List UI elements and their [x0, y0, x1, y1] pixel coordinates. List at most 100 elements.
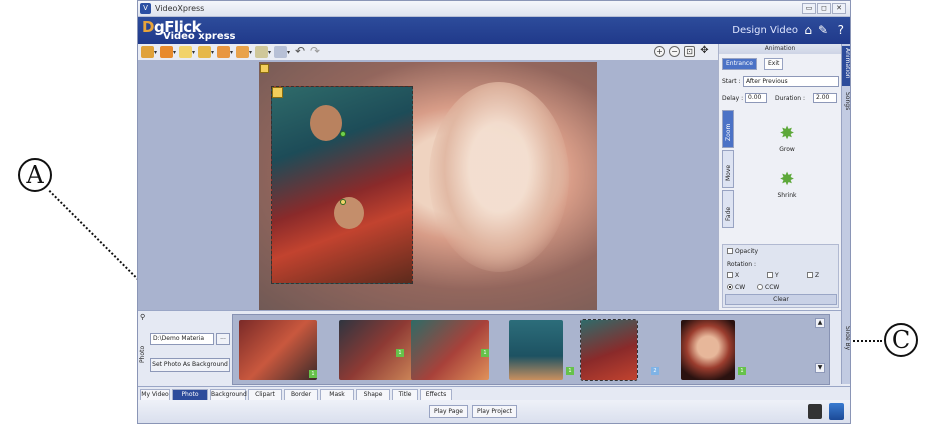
order-icon[interactable] — [217, 46, 230, 58]
tab-my-video[interactable]: My Video — [140, 389, 170, 400]
photo-panel-label: Photo — [139, 345, 146, 363]
axis-z-checkbox[interactable]: Z — [807, 272, 819, 279]
usage-badge: 1 — [481, 349, 489, 357]
bottom-tab-bar: My Video Photo Background Clipart Border… — [138, 386, 850, 400]
group-icon[interactable] — [236, 46, 249, 58]
zoom-in-icon[interactable]: + — [654, 46, 665, 57]
product-name: Video xpress — [163, 31, 236, 42]
animation-marker-icon — [272, 87, 283, 98]
rotation-label: Rotation : — [727, 261, 757, 268]
close-button[interactable]: ✕ — [832, 3, 846, 14]
app-icon: V — [140, 3, 151, 14]
help-icon[interactable]: ? — [838, 23, 844, 37]
duration-input[interactable]: 2.00 — [813, 93, 837, 103]
photo-thumbnail[interactable] — [509, 320, 563, 380]
tab-clipart[interactable]: Clipart — [248, 389, 282, 400]
axis-y-checkbox[interactable]: Y — [767, 272, 779, 279]
tab-mask[interactable]: Mask — [320, 389, 354, 400]
flip-icon[interactable] — [274, 46, 287, 58]
opacity-rotation-box: Opacity Rotation : X Y Z CW CCW Clear — [722, 244, 839, 308]
usage-badge: 2 — [651, 367, 659, 375]
usage-badge: 1 — [309, 370, 317, 378]
scroll-down-button[interactable]: ▼ — [815, 363, 825, 373]
direction-cw-radio[interactable]: CW — [727, 284, 745, 291]
rotate-icon[interactable] — [255, 46, 268, 58]
tab-fade[interactable]: Fade — [722, 190, 734, 228]
clear-button[interactable]: Clear — [725, 294, 837, 305]
minimize-button[interactable]: ▭ — [802, 3, 816, 14]
usage-badge: 1 — [396, 349, 404, 357]
folder-path-select[interactable]: D:\Demo Materia — [150, 333, 214, 345]
effect-grow[interactable]: ✸ Grow — [759, 123, 815, 154]
direction-ccw-radio[interactable]: CCW — [757, 284, 779, 291]
play-project-button[interactable]: Play Project — [472, 405, 517, 418]
side-tab-animation[interactable]: Animation — [842, 46, 850, 86]
usage-badge: 1 — [738, 367, 746, 375]
callout-a: A — [18, 158, 52, 192]
export-icon[interactable] — [829, 403, 844, 420]
bring-forward-icon[interactable] — [160, 46, 173, 58]
tab-title[interactable]: Title — [392, 389, 418, 400]
scroll-up-button[interactable]: ▲ — [815, 318, 825, 328]
pin-icon[interactable]: ⚲ — [140, 313, 145, 321]
align-icon[interactable] — [179, 46, 192, 58]
tab-background[interactable]: Background — [210, 389, 247, 400]
canvas-area[interactable] — [138, 60, 718, 310]
tab-zoom[interactable]: Zoom — [722, 110, 734, 148]
tab-border[interactable]: Border — [284, 389, 318, 400]
photo-thumbnail[interactable] — [339, 320, 417, 380]
category-tabs: Zoom Move Fade — [722, 110, 734, 234]
distribute-icon[interactable] — [198, 46, 211, 58]
delay-input[interactable]: 0.00 — [745, 93, 767, 103]
wrench-icon[interactable]: ✎ — [818, 23, 828, 37]
set-photo-background-button[interactable]: Set Photo As Background — [150, 358, 230, 372]
callout-c: C — [884, 323, 918, 357]
photo-thumbnail-strip[interactable]: 1 1 1 1 2 1 ▲ ▼ — [232, 314, 830, 385]
start-select[interactable]: After Previous — [743, 76, 839, 87]
shrink-icon: ✸ — [779, 169, 795, 190]
app-window: V VideoXpress ▭ ◻ ✕ DgFlick Video xpress… — [137, 0, 851, 424]
axis-x-checkbox[interactable]: X — [727, 272, 739, 279]
mode-label: Design Video — [732, 25, 798, 36]
tab-photo[interactable]: Photo — [172, 389, 208, 400]
delay-label: Delay : — [722, 95, 744, 102]
fit-icon[interactable]: ⊡ — [684, 46, 695, 57]
selected-photo[interactable] — [271, 86, 413, 284]
undo-icon[interactable]: ↶ — [295, 44, 305, 58]
save-icon[interactable] — [808, 404, 822, 419]
play-page-button[interactable]: Play Page — [429, 405, 468, 418]
photo-thumbnail[interactable] — [239, 320, 317, 380]
tab-shape[interactable]: Shape — [356, 389, 390, 400]
redo-icon[interactable]: ↷ — [310, 44, 320, 58]
tab-entrance[interactable]: Entrance — [722, 58, 757, 70]
title-bar: V VideoXpress ▭ ◻ ✕ — [138, 1, 850, 17]
zoom-out-icon[interactable]: − — [669, 46, 680, 57]
photo-thumbnail[interactable] — [411, 320, 489, 380]
animation-panel-title: Animation — [719, 44, 841, 54]
side-tab-slide-by[interactable]: Slide By — [842, 324, 850, 364]
animation-panel: Animation Entrance Exit Start : After Pr… — [718, 44, 841, 310]
side-tab-songs[interactable]: Songs — [842, 90, 850, 120]
tab-exit[interactable]: Exit — [764, 58, 784, 70]
window-title: VideoXpress — [155, 4, 205, 13]
tab-effects[interactable]: Effects — [420, 389, 452, 400]
side-tabs: Animation Songs Slide By — [841, 44, 850, 384]
home-icon[interactable]: ⌂ — [804, 23, 812, 37]
canvas-corner-icon — [260, 64, 269, 73]
photo-thumbnail[interactable] — [681, 320, 735, 380]
photo-panel: ⚲ Photo D:\Demo Materia ... Set Photo As… — [138, 310, 841, 386]
maximize-button[interactable]: ◻ — [817, 3, 831, 14]
grow-icon: ✸ — [779, 123, 795, 144]
photo-thumbnail-selected[interactable] — [580, 319, 638, 381]
opacity-checkbox[interactable]: Opacity — [727, 248, 758, 255]
browse-button[interactable]: ... — [216, 333, 230, 345]
tab-move[interactable]: Move — [722, 150, 734, 188]
footer-bar: Play Page Play Project — [138, 400, 850, 423]
rotate-handle[interactable] — [340, 131, 346, 137]
lock-icon[interactable] — [141, 46, 154, 58]
move-icon[interactable]: ✥ — [699, 46, 710, 57]
start-label: Start : — [722, 78, 741, 85]
resize-handle[interactable] — [340, 199, 346, 205]
effect-shrink[interactable]: ✸ Shrink — [759, 169, 815, 200]
slide-canvas[interactable] — [259, 62, 597, 310]
